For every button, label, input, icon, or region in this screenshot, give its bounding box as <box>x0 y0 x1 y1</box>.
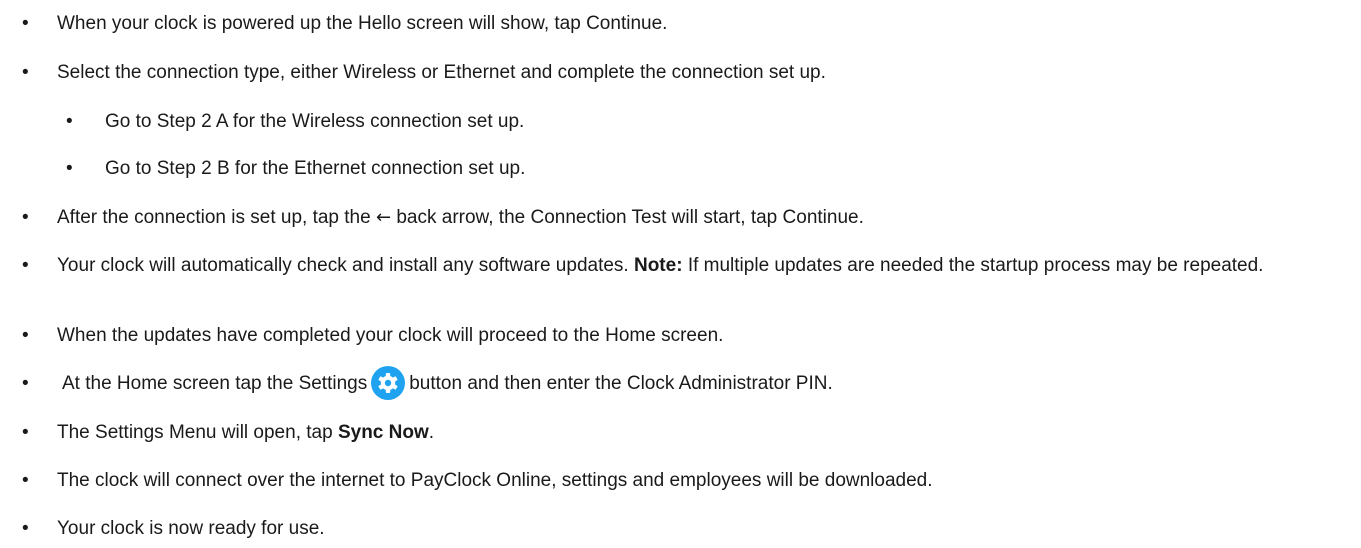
step-text: Go to Step 2 B for the Ethernet connecti… <box>105 158 526 179</box>
step-text-before: The Settings Menu will open, tap <box>57 422 333 443</box>
bullet: • <box>22 207 29 228</box>
bullet: • <box>22 518 29 539</box>
bullet: • <box>22 422 29 443</box>
bullet: • <box>22 13 29 34</box>
step-text-after: button and then enter the Clock Administ… <box>409 373 833 394</box>
step-text: Go to Step 2 A for the Wireless connecti… <box>105 111 525 132</box>
step-text: Select the connection type, either Wirel… <box>57 62 826 83</box>
bullet: • <box>66 111 73 132</box>
step-text-after: If multiple updates are needed the start… <box>687 255 1264 276</box>
step-text: Your clock will automatically check and … <box>57 255 1357 277</box>
step-text-after: back arrow, the Connection Test will sta… <box>396 207 864 228</box>
note-label: Note: <box>633 255 683 276</box>
bullet: • <box>66 158 73 179</box>
step-text: Your clock is now ready for use. <box>57 518 325 539</box>
step-text: When your clock is powered up the Hello … <box>57 13 668 34</box>
step-text: When the updates have completed your clo… <box>57 325 724 346</box>
bullet: • <box>22 325 29 346</box>
back-arrow-icon: ← <box>375 207 392 228</box>
step-text: The Settings Menu will open, tap Sync No… <box>57 422 1357 444</box>
step-text: At the Home screen tap the Settings butt… <box>62 365 1357 400</box>
step-text-before: At the Home screen tap the Settings <box>62 373 368 394</box>
step-text-after: . <box>428 422 435 443</box>
step-text: After the connection is set up, tap the … <box>57 207 1357 229</box>
bullet: • <box>22 255 29 276</box>
step-text: The clock will connect over the internet… <box>57 470 933 491</box>
settings-gear-icon <box>371 365 406 400</box>
sync-now-label: Sync Now <box>337 422 429 443</box>
bullet: • <box>22 470 29 491</box>
bullet: • <box>22 373 29 394</box>
step-text-before: Your clock will automatically check and … <box>57 255 629 276</box>
bullet: • <box>22 62 29 83</box>
step-text-before: After the connection is set up, tap the <box>57 207 371 228</box>
